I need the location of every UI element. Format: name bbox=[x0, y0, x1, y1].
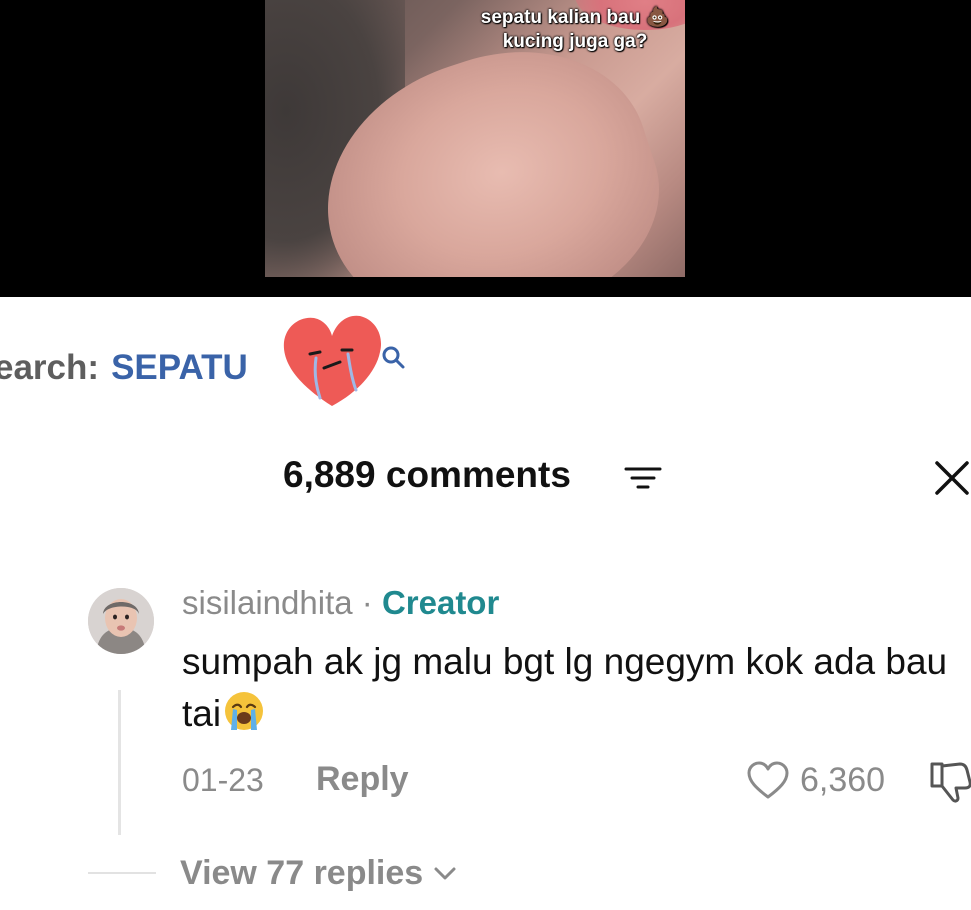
view-replies-row[interactable]: View 77 replies bbox=[88, 852, 457, 894]
heart-icon[interactable] bbox=[746, 760, 790, 800]
search-prefix-label: earch: bbox=[0, 348, 100, 387]
reply-button[interactable]: Reply bbox=[316, 760, 409, 799]
video-caption-line-2: kucing juga ga? bbox=[502, 31, 648, 52]
comment-actions: 01-23 Reply 6,360 bbox=[182, 756, 971, 804]
like-button[interactable]: 6,360 bbox=[746, 756, 885, 804]
search-suggestion[interactable]: earch: SEPATU bbox=[0, 340, 248, 396]
comment-meta: sisilaindhita · Creator bbox=[182, 584, 499, 622]
avatar-photo bbox=[88, 588, 154, 654]
replies-divider bbox=[88, 872, 156, 874]
chevron-down-icon[interactable] bbox=[433, 863, 457, 883]
comment-text: sumpah ak jg malu bgt lg ngegym kok ada … bbox=[182, 641, 948, 734]
comment-date: 01-23 bbox=[182, 762, 264, 798]
comments-count-title: 6,889 comments bbox=[283, 454, 571, 495]
view-replies-button[interactable]: View 77 replies bbox=[180, 854, 423, 893]
search-icon[interactable] bbox=[380, 344, 406, 370]
loudly-crying-face-icon bbox=[225, 692, 264, 730]
creator-badge: Creator bbox=[381, 584, 500, 621]
comments-header: 6,889 comments bbox=[0, 448, 971, 504]
close-icon[interactable] bbox=[934, 460, 970, 496]
video-frame[interactable]: sepatu kalian bau 💩 kucing juga ga? bbox=[265, 0, 685, 277]
sort-icon[interactable] bbox=[624, 464, 662, 492]
video-caption-line-1: sepatu kalian bau 💩 bbox=[480, 7, 670, 28]
crying-heart-sticker-icon bbox=[283, 315, 382, 406]
meta-separator: · bbox=[361, 584, 373, 621]
comment-item: sisilaindhita · Creator sumpah ak jg mal… bbox=[0, 580, 971, 910]
like-count: 6,360 bbox=[800, 760, 886, 799]
video-player[interactable]: sepatu kalian bau 💩 kucing juga ga? bbox=[0, 0, 971, 297]
comment-text-block: sumpah ak jg malu bgt lg ngegym kok ada … bbox=[182, 636, 952, 740]
video-caption: sepatu kalian bau 💩 kucing juga ga? bbox=[265, 6, 685, 54]
comment-username[interactable]: sisilaindhita bbox=[182, 584, 353, 621]
search-term-link[interactable]: SEPATU bbox=[111, 348, 248, 388]
avatar[interactable] bbox=[88, 588, 154, 654]
dislike-icon[interactable] bbox=[928, 760, 971, 804]
thread-line bbox=[118, 690, 121, 835]
